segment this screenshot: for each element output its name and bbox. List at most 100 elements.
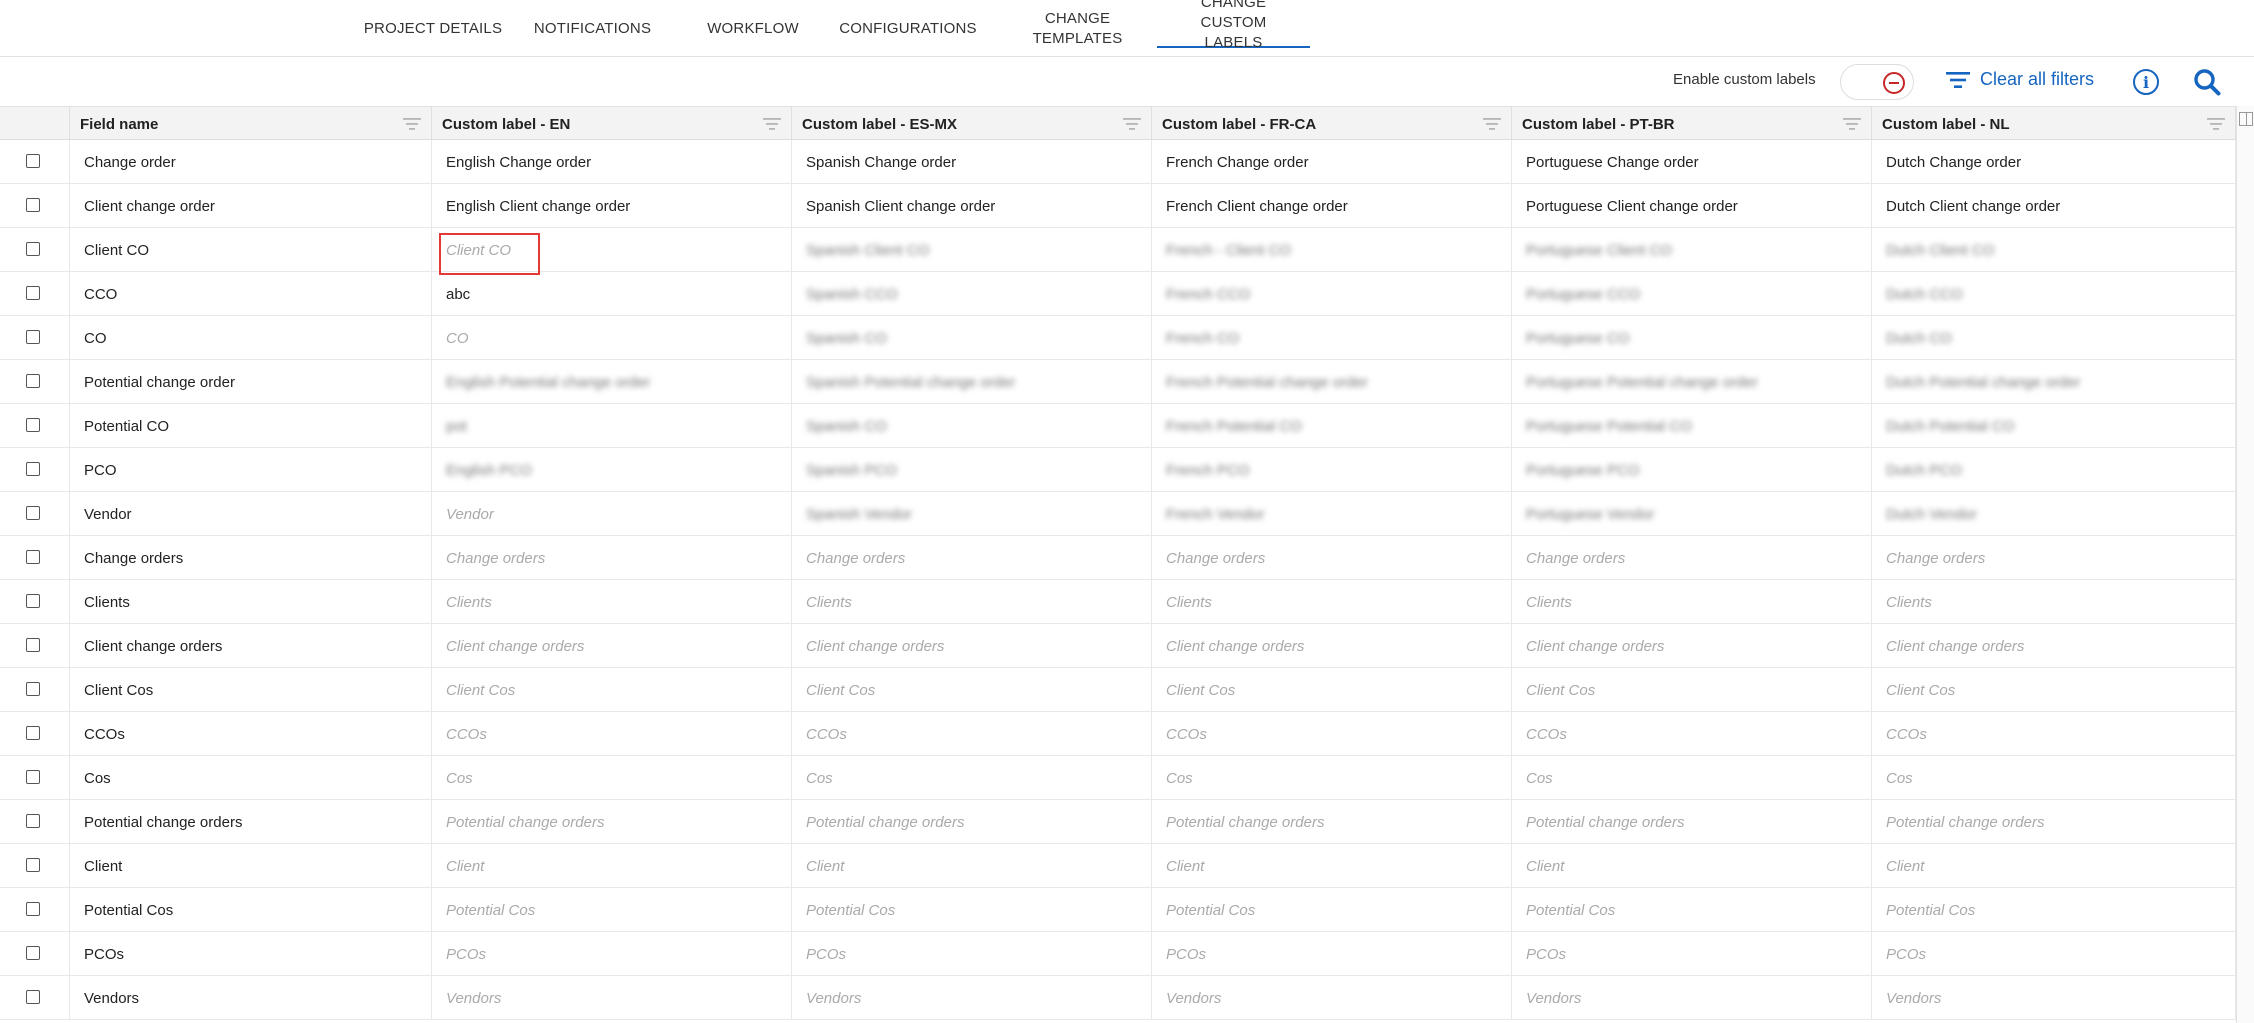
custom-label-cell-label-pt-br[interactable]: Portuguese Potential CO — [1512, 404, 1872, 448]
custom-label-cell-label-pt-br[interactable]: Potential Cos — [1512, 888, 1872, 932]
custom-label-cell-label-en[interactable]: English Client change order — [432, 184, 792, 228]
custom-label-cell-label-nl[interactable]: Client change orders — [1872, 624, 2236, 668]
custom-label-cell-label-nl[interactable]: Cos — [1872, 756, 2236, 800]
table-row[interactable]: Change orders Change orders Change orders C… — [0, 536, 2236, 580]
row-checkbox[interactable] — [26, 330, 40, 344]
custom-label-cell-label-nl[interactable]: PCOs — [1872, 932, 2236, 976]
custom-label-cell-label-en[interactable]: abc — [432, 272, 792, 316]
custom-label-cell-label-fr-ca[interactable]: CCOs — [1152, 712, 1512, 756]
custom-label-cell-label-es-mx[interactable]: Spanish PCO — [792, 448, 1152, 492]
custom-label-cell-label-fr-ca[interactable]: French Potential change order — [1152, 360, 1512, 404]
column-filter-icon[interactable] — [403, 118, 421, 130]
column-filter-icon[interactable] — [1843, 118, 1861, 130]
row-checkbox[interactable] — [26, 286, 40, 300]
enable-custom-labels-toggle[interactable] — [1840, 64, 1914, 100]
row-checkbox[interactable] — [26, 242, 40, 256]
column-header-label-es-mx[interactable]: Custom label - ES-MX — [792, 107, 1152, 141]
custom-label-cell-label-fr-ca[interactable]: French Vendor — [1152, 492, 1512, 536]
custom-label-cell-label-pt-br[interactable]: Portuguese PCO — [1512, 448, 1872, 492]
custom-label-cell-label-pt-br[interactable]: Portuguese Change order — [1512, 140, 1872, 184]
custom-label-cell-label-fr-ca[interactable]: French - Client CO — [1152, 228, 1512, 272]
custom-label-cell-label-fr-ca[interactable]: French CCO — [1152, 272, 1512, 316]
table-row[interactable]: PCOs PCOs PCOs PCOs PCOs PCOs — [0, 932, 2236, 976]
custom-label-cell-label-pt-br[interactable]: Portuguese Client change order — [1512, 184, 1872, 228]
custom-label-cell-label-en[interactable]: English Potential change order — [432, 360, 792, 404]
custom-label-cell-label-nl[interactable]: Vendors — [1872, 976, 2236, 1020]
custom-label-cell-label-fr-ca[interactable]: Clients — [1152, 580, 1512, 624]
custom-label-cell-label-nl[interactable]: Client Cos — [1872, 668, 2236, 712]
table-row[interactable]: Potential Cos Potential Cos Potential Cos P… — [0, 888, 2236, 932]
table-row[interactable]: Client Cos Client Cos Client Cos Client Cos… — [0, 668, 2236, 712]
row-checkbox[interactable] — [26, 946, 40, 960]
custom-label-cell-label-nl[interactable]: Dutch Client change order — [1872, 184, 2236, 228]
custom-label-cell-label-en[interactable]: Cos — [432, 756, 792, 800]
custom-label-cell-label-en[interactable]: pot — [432, 404, 792, 448]
row-checkbox[interactable] — [26, 902, 40, 916]
custom-label-cell-label-pt-br[interactable]: Portuguese CCO — [1512, 272, 1872, 316]
column-filter-icon[interactable] — [1123, 118, 1141, 130]
custom-label-cell-label-en[interactable]: English PCO — [432, 448, 792, 492]
custom-label-cell-label-es-mx[interactable]: Spanish Potential change order — [792, 360, 1152, 404]
custom-label-cell-label-fr-ca[interactable]: Client — [1152, 844, 1512, 888]
custom-label-cell-label-pt-br[interactable]: Clients — [1512, 580, 1872, 624]
table-row[interactable]: Client change orders Client change orders… — [0, 624, 2236, 668]
row-checkbox[interactable] — [26, 814, 40, 828]
custom-label-cell-label-es-mx[interactable]: Clients — [792, 580, 1152, 624]
custom-label-cell-label-nl[interactable]: Potential change orders — [1872, 800, 2236, 844]
custom-label-cell-label-es-mx[interactable]: Spanish Client CO — [792, 228, 1152, 272]
custom-label-cell-label-pt-br[interactable]: Client Cos — [1512, 668, 1872, 712]
custom-label-cell-label-en[interactable]: Client Cos — [432, 668, 792, 712]
tab-workflow[interactable]: WORKFLOW — [700, 0, 806, 57]
custom-label-cell-label-es-mx[interactable]: Potential change orders — [792, 800, 1152, 844]
row-checkbox[interactable] — [26, 726, 40, 740]
table-row[interactable]: Cos Cos Cos Cos Cos Cos — [0, 756, 2236, 800]
table-row[interactable]: CCOs CCOs CCOs CCOs CCOs CCOs — [0, 712, 2236, 756]
row-checkbox[interactable] — [26, 770, 40, 784]
column-filter-icon[interactable] — [763, 118, 781, 130]
custom-label-cell-label-es-mx[interactable]: Change orders — [792, 536, 1152, 580]
custom-label-cell-label-pt-br[interactable]: Portuguese Potential change order — [1512, 360, 1872, 404]
custom-label-cell-label-fr-ca[interactable]: Client change orders — [1152, 624, 1512, 668]
custom-label-cell-label-pt-br[interactable]: Change orders — [1512, 536, 1872, 580]
column-header-label-en[interactable]: Custom label - EN — [432, 107, 792, 141]
custom-label-cell-label-fr-ca[interactable]: French CO — [1152, 316, 1512, 360]
custom-label-cell-label-nl[interactable]: Clients — [1872, 580, 2236, 624]
search-icon[interactable] — [2193, 68, 2221, 96]
custom-label-cell-label-pt-br[interactable]: Portuguese Vendor — [1512, 492, 1872, 536]
custom-label-cell-label-pt-br[interactable]: Portuguese Client CO — [1512, 228, 1872, 272]
custom-label-cell-label-fr-ca[interactable]: French Potential CO — [1152, 404, 1512, 448]
custom-label-cell-label-fr-ca[interactable]: French Change order — [1152, 140, 1512, 184]
row-checkbox[interactable] — [26, 990, 40, 1004]
custom-label-cell-label-fr-ca[interactable]: Cos — [1152, 756, 1512, 800]
table-row[interactable]: Client change order English Client change… — [0, 184, 2236, 228]
custom-label-cell-label-en[interactable]: CO — [432, 316, 792, 360]
row-checkbox[interactable] — [26, 462, 40, 476]
custom-label-cell-label-nl[interactable]: Dutch Change order — [1872, 140, 2236, 184]
custom-label-cell-label-en[interactable]: Client change orders — [432, 624, 792, 668]
custom-label-cell-label-es-mx[interactable]: Spanish Vendor — [792, 492, 1152, 536]
custom-label-cell-label-es-mx[interactable]: PCOs — [792, 932, 1152, 976]
custom-label-cell-label-fr-ca[interactable]: Potential Cos — [1152, 888, 1512, 932]
custom-label-cell-label-en[interactable]: Potential change orders — [432, 800, 792, 844]
column-header-label-fr-ca[interactable]: Custom label - FR-CA — [1152, 107, 1512, 141]
custom-label-cell-label-en[interactable]: CCOs — [432, 712, 792, 756]
custom-label-cell-label-es-mx[interactable]: Vendors — [792, 976, 1152, 1020]
row-checkbox[interactable] — [26, 154, 40, 168]
custom-label-cell-label-en[interactable]: Change orders — [432, 536, 792, 580]
tab-configurations[interactable]: CONFIGURATIONS — [839, 0, 976, 57]
side-panel-icon[interactable] — [2239, 112, 2253, 126]
custom-label-cell-label-es-mx[interactable]: Spanish Client change order — [792, 184, 1152, 228]
custom-label-cell-label-nl[interactable]: Dutch Vendor — [1872, 492, 2236, 536]
custom-label-cell-label-fr-ca[interactable]: Vendors — [1152, 976, 1512, 1020]
custom-label-cell-label-en[interactable]: PCOs — [432, 932, 792, 976]
custom-label-cell-label-es-mx[interactable]: Spanish CO — [792, 404, 1152, 448]
table-row[interactable]: Potential CO pot Spanish CO French Potentia… — [0, 404, 2236, 448]
custom-label-cell-label-en[interactable]: Client — [432, 844, 792, 888]
custom-label-cell-label-es-mx[interactable]: CCOs — [792, 712, 1152, 756]
table-row[interactable]: Client Client Client Client Client Client — [0, 844, 2236, 888]
custom-label-cell-label-en[interactable]: Vendor — [432, 492, 792, 536]
custom-label-cell-label-pt-br[interactable]: Vendors — [1512, 976, 1872, 1020]
tab-notifications[interactable]: NOTIFICATIONS — [530, 0, 655, 57]
custom-label-cell-label-fr-ca[interactable]: French Client change order — [1152, 184, 1512, 228]
custom-label-cell-label-pt-br[interactable]: CCOs — [1512, 712, 1872, 756]
